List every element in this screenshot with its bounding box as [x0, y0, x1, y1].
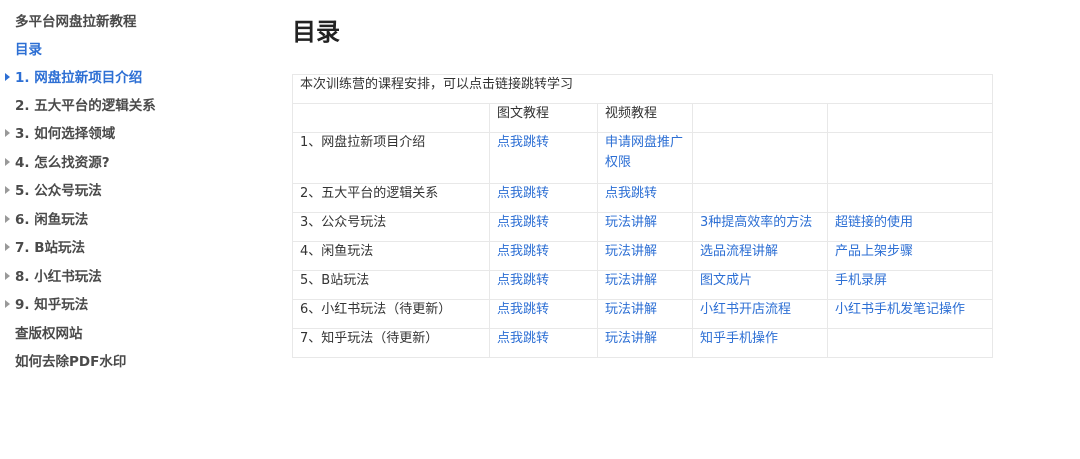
table-header-cell	[292, 103, 490, 133]
sidebar-item-label: 1. 网盘拉新项目介绍	[15, 70, 143, 86]
caret-right-icon[interactable]	[5, 300, 10, 308]
jump-link[interactable]: 3种提高效率的方法	[692, 212, 828, 242]
sidebar-item-8[interactable]: 7. B站玩法	[0, 234, 85, 262]
caret-right-icon[interactable]	[5, 129, 10, 137]
jump-link[interactable]: 点我跳转	[489, 132, 598, 184]
sidebar-item-label: 5. 公众号玩法	[15, 183, 102, 199]
jump-link[interactable]: 申请网盘推广权限	[597, 132, 693, 184]
table-header-cell: 图文教程	[489, 103, 598, 133]
jump-link[interactable]: 点我跳转	[489, 241, 598, 271]
sidebar-item-2[interactable]: 1. 网盘拉新项目介绍	[0, 64, 142, 92]
sidebar-item-6[interactable]: 5. 公众号玩法	[0, 177, 102, 205]
jump-link[interactable]: 玩法讲解	[597, 299, 693, 329]
caret-right-icon[interactable]	[5, 186, 10, 194]
jump-link[interactable]: 点我跳转	[489, 328, 598, 358]
caret-right-icon[interactable]	[5, 272, 10, 280]
sidebar-item-label: 3. 如何选择领域	[15, 126, 116, 142]
sidebar-item-label: 查版权网站	[15, 326, 83, 342]
jump-link[interactable]: 玩法讲解	[597, 212, 693, 242]
sidebar-item-7[interactable]: 6. 闲鱼玩法	[0, 206, 88, 234]
jump-link[interactable]: 点我跳转	[489, 183, 598, 213]
sidebar-item-1[interactable]: 目录	[0, 36, 42, 64]
jump-link[interactable]: 产品上架步骤	[827, 241, 993, 271]
sidebar-item-4[interactable]: 3. 如何选择领域	[0, 120, 115, 148]
sidebar-item-label: 2. 五大平台的逻辑关系	[15, 98, 156, 114]
jump-link[interactable]: 小红书手机发笔记操作	[827, 299, 993, 329]
jump-link[interactable]: 玩法讲解	[597, 328, 693, 358]
caret-right-icon[interactable]	[5, 215, 10, 223]
empty-cell	[827, 183, 993, 213]
table-row: 1、网盘拉新项目介绍 点我跳转 申请网盘推广权限	[292, 132, 993, 184]
jump-link[interactable]: 手机录屏	[827, 270, 993, 300]
table-header-cell	[692, 103, 828, 133]
caret-right-icon[interactable]	[5, 73, 10, 81]
table-row: 5、B站玩法 点我跳转 玩法讲解 图文成片 手机录屏	[292, 270, 993, 300]
main-content: 目录 本次训练营的课程安排，可以点击链接跳转学习 图文教程 视频教程 1、网盘拉新项目…	[292, 0, 994, 459]
table-caption-row: 本次训练营的课程安排，可以点击链接跳转学习	[292, 74, 993, 104]
row-title-cell: 3、公众号玩法	[292, 212, 490, 242]
empty-cell	[827, 328, 993, 358]
table-header-row: 图文教程 视频教程	[292, 103, 993, 133]
table-caption: 本次训练营的课程安排，可以点击链接跳转学习	[292, 74, 993, 104]
sidebar-nav: 多平台网盘拉新教程 目录 1. 网盘拉新项目介绍 2. 五大平台的逻辑关系 3. 如何选…	[0, 0, 270, 459]
sidebar-item-label: 8. 小红书玩法	[15, 269, 102, 285]
jump-link[interactable]: 超链接的使用	[827, 212, 993, 242]
sidebar-item-0[interactable]: 多平台网盘拉新教程	[0, 8, 137, 36]
sidebar-item-11[interactable]: 查版权网站	[0, 320, 83, 348]
row-title-cell: 7、知乎玩法（待更新）	[292, 328, 490, 358]
table-header-cell: 视频教程	[597, 103, 693, 133]
page-title: 目录	[292, 18, 340, 46]
sidebar-item-label: 目录	[15, 42, 42, 58]
sidebar-item-5[interactable]: 4. 怎么找资源?	[0, 149, 110, 177]
table-row: 3、公众号玩法 点我跳转 玩法讲解 3种提高效率的方法 超链接的使用	[292, 212, 993, 242]
jump-link[interactable]: 玩法讲解	[597, 270, 693, 300]
toc-table: 本次训练营的课程安排，可以点击链接跳转学习 图文教程 视频教程 1、网盘拉新项目介绍点…	[292, 74, 993, 358]
jump-link[interactable]: 点我跳转	[489, 270, 598, 300]
sidebar-item-9[interactable]: 8. 小红书玩法	[0, 263, 102, 291]
row-title-cell: 4、闲鱼玩法	[292, 241, 490, 271]
table-header-cell	[827, 103, 993, 133]
empty-cell	[827, 132, 993, 184]
empty-cell	[692, 183, 828, 213]
jump-link[interactable]: 小红书开店流程	[692, 299, 828, 329]
table-row: 6、小红书玩法（待更新） 点我跳转 玩法讲解 小红书开店流程 小红书手机发笔记操作	[292, 299, 993, 329]
sidebar-item-label: 如何去除PDF水印	[15, 354, 127, 370]
sidebar-item-label: 4. 怎么找资源?	[15, 155, 110, 171]
table-row: 7、知乎玩法（待更新） 点我跳转 玩法讲解 知乎手机操作	[292, 328, 993, 358]
jump-link[interactable]: 玩法讲解	[597, 241, 693, 271]
jump-link[interactable]: 点我跳转	[597, 183, 693, 213]
sidebar-item-label: 7. B站玩法	[15, 240, 86, 256]
sidebar-item-label: 9. 知乎玩法	[15, 297, 89, 313]
row-title-cell: 6、小红书玩法（待更新）	[292, 299, 490, 329]
table-row: 4、闲鱼玩法 点我跳转 玩法讲解 选品流程讲解 产品上架步骤	[292, 241, 993, 271]
sidebar-item-label: 多平台网盘拉新教程	[15, 14, 137, 30]
table-row: 2、五大平台的逻辑关系 点我跳转 点我跳转	[292, 183, 993, 213]
caret-right-icon[interactable]	[5, 243, 10, 251]
jump-link[interactable]: 点我跳转	[489, 212, 598, 242]
sidebar-item-3[interactable]: 2. 五大平台的逻辑关系	[0, 92, 156, 120]
jump-link[interactable]: 知乎手机操作	[692, 328, 828, 358]
row-title-cell: 2、五大平台的逻辑关系	[292, 183, 490, 213]
empty-cell	[692, 132, 828, 184]
row-title-cell: 5、B站玩法	[292, 270, 490, 300]
jump-link[interactable]: 图文成片	[692, 270, 828, 300]
sidebar-item-10[interactable]: 9. 知乎玩法	[0, 291, 88, 319]
jump-link[interactable]: 点我跳转	[489, 299, 598, 329]
jump-link[interactable]: 选品流程讲解	[692, 241, 828, 271]
sidebar-item-12[interactable]: 如何去除PDF水印	[0, 348, 126, 376]
row-title-cell: 1、网盘拉新项目介绍	[292, 132, 490, 184]
sidebar-item-label: 6. 闲鱼玩法	[15, 212, 89, 228]
caret-right-icon[interactable]	[5, 158, 10, 166]
